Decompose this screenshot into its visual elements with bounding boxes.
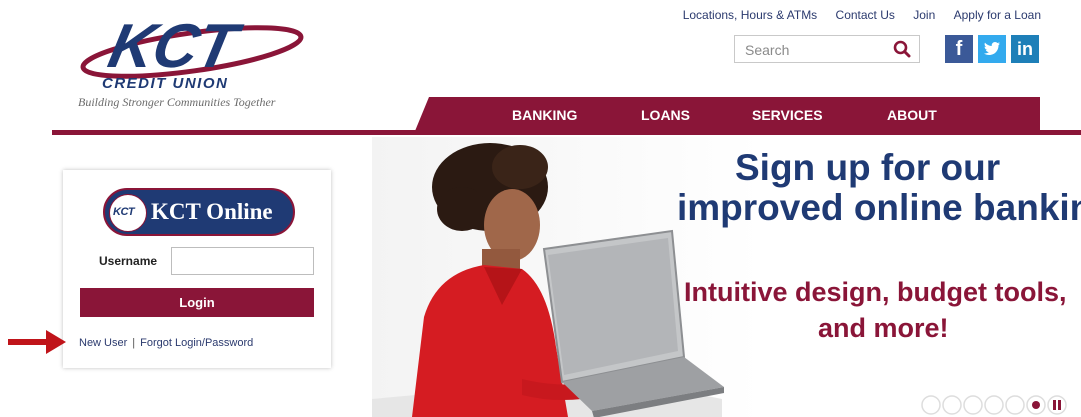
nav-services[interactable]: SERVICES [752, 107, 823, 123]
hero-headline-line1: Sign up for our [735, 147, 1001, 188]
new-user-link[interactable]: New User [79, 337, 127, 349]
carousel-dot-2[interactable] [942, 395, 962, 415]
search-icon[interactable] [893, 40, 911, 58]
facebook-icon[interactable]: f [945, 35, 973, 63]
carousel-dot-1[interactable] [921, 395, 941, 415]
carousel-dot-5[interactable] [1005, 395, 1025, 415]
pause-bar-left [1053, 400, 1056, 410]
username-label: Username [99, 254, 158, 268]
pause-bar-right [1058, 400, 1061, 410]
main-nav-bar [415, 97, 1040, 131]
login-button[interactable]: Login [80, 288, 314, 317]
twitter-icon[interactable] [978, 35, 1006, 63]
twitter-bird-icon [984, 42, 1000, 55]
logo-wordmark: KCT [102, 12, 242, 81]
carousel-dot-3[interactable] [963, 395, 983, 415]
hero-subline-line2: and more! [818, 313, 949, 343]
logo-subtext: CREDIT UNION [102, 75, 229, 92]
topnav-contact-link[interactable]: Contact Us [836, 8, 895, 22]
search-box [734, 35, 920, 63]
carousel-dot-4[interactable] [984, 395, 1004, 415]
search-input[interactable] [743, 41, 887, 59]
hero-subline-line1: Intuitive design, budget tools, [684, 277, 1067, 307]
hero-headline-line2: improved online banking [677, 187, 1081, 228]
username-field[interactable] [171, 247, 314, 275]
carousel-dot-active [1032, 401, 1040, 409]
kct-badge-icon: KCT [109, 194, 147, 232]
topnav-apply-loan-link[interactable]: Apply for a Loan [954, 8, 1041, 22]
link-separator: | [132, 337, 136, 349]
nav-banking[interactable]: BANKING [512, 107, 577, 123]
forgot-login-link[interactable]: Forgot Login/Password [140, 337, 253, 349]
login-links: New User | Forgot Login/Password [79, 337, 253, 349]
main-nav-rule [52, 130, 1081, 135]
kct-online-badge: KCT KCT Online [103, 188, 295, 236]
login-card: KCT KCT Online Username Login New User | F… [63, 170, 331, 368]
topnav-locations-link[interactable]: Locations, Hours & ATMs [683, 8, 818, 22]
topnav-join-link[interactable]: Join [913, 8, 935, 22]
pause-icon[interactable] [1047, 395, 1067, 415]
annotation-arrow-icon [8, 330, 66, 354]
utility-nav: Locations, Hours & ATMs Contact Us Join … [668, 8, 1041, 22]
nav-loans[interactable]: LOANS [641, 107, 690, 123]
nav-about[interactable]: ABOUT [887, 107, 937, 123]
tagline: Building Stronger Communities Together [78, 95, 276, 109]
hero-banner[interactable]: Sign up for our improved online banking … [372, 137, 1081, 417]
linkedin-icon[interactable]: in [1011, 35, 1039, 63]
kct-online-title: KCT Online [151, 199, 273, 224]
kct-badge-text: KCT [113, 206, 135, 218]
carousel-controls [921, 395, 1067, 415]
